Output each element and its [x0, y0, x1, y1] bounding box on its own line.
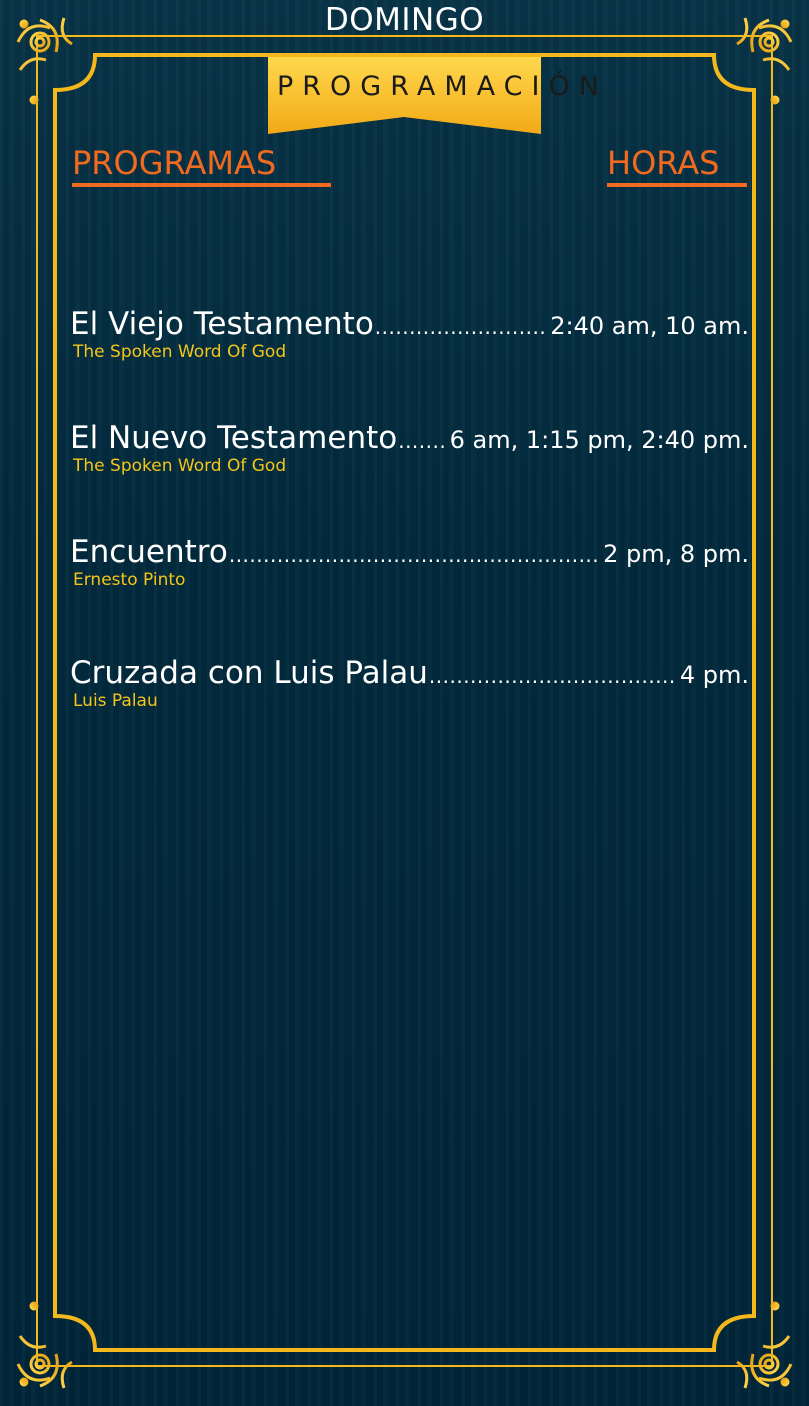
- program-times: 4 pm.: [679, 661, 749, 689]
- hours-header-underline: [607, 183, 747, 187]
- dot-leader: ........................................…: [228, 543, 600, 567]
- programs-column-header: PROGRAMAS: [72, 144, 331, 187]
- program-host: The Spoken Word Of God: [73, 456, 287, 476]
- program-host: Ernesto Pinto: [73, 570, 186, 590]
- program-row: Cruzada con Luis Palau .................…: [70, 655, 749, 725]
- program-times: 6 am, 1:15 pm, 2:40 pm.: [449, 426, 749, 454]
- program-row: Encuentro ..............................…: [70, 534, 749, 604]
- programs-header-underline: [72, 183, 331, 187]
- program-times: 2 pm, 8 pm.: [603, 540, 749, 568]
- programs-header-label: PROGRAMAS: [72, 144, 277, 182]
- program-times: 2:40 am, 10 am.: [550, 312, 749, 340]
- hours-column-header: HORAS: [607, 144, 747, 187]
- dot-leader: ........................................…: [398, 429, 446, 453]
- day-title: DOMINGO: [324, 2, 485, 38]
- banner-label: PROGRAMACIÓN: [277, 71, 608, 102]
- program-row: El Nuevo Testamento ....................…: [70, 420, 749, 490]
- programming-banner: PROGRAMACIÓN: [268, 57, 608, 134]
- dot-leader: ........................................…: [374, 315, 547, 339]
- program-row: El Viejo Testamento ....................…: [70, 306, 749, 376]
- dot-leader: ........................................…: [428, 664, 676, 688]
- program-name: Encuentro: [70, 534, 228, 570]
- program-name: El Viejo Testamento: [70, 306, 374, 342]
- program-host: The Spoken Word Of God: [73, 342, 287, 362]
- program-host: Luis Palau: [73, 691, 158, 711]
- program-name: Cruzada con Luis Palau: [70, 655, 428, 691]
- program-name: El Nuevo Testamento: [70, 420, 398, 456]
- hours-header-label: HORAS: [607, 144, 720, 182]
